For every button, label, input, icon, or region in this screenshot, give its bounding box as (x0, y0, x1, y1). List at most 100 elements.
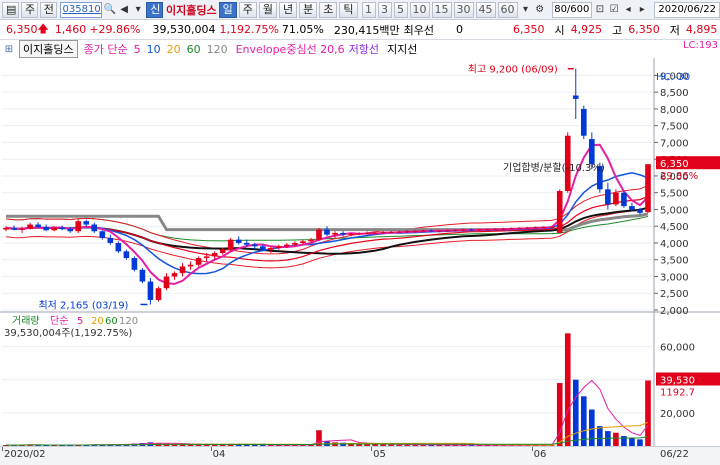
candle-body (476, 229, 483, 231)
indicator-legend: ⊞ 이지홀딩스 종가 단순 5 10 20 60 120 Envelope중심선 20,… (0, 40, 720, 58)
candle-body (171, 273, 178, 277)
legend-hc: HC:-30 (656, 72, 690, 83)
legend-ma-periods: 5 10 20 60 120 (128, 43, 228, 56)
volume-value: 39,530,004 (152, 23, 216, 36)
event-annotation: 기업합병/분할(-10.3%) (503, 161, 605, 174)
prev-button[interactable]: 전 (39, 1, 57, 18)
volume-legend-ma-5: 5 (77, 316, 83, 327)
minute-step-60[interactable]: 60 (497, 1, 518, 18)
fit-icon[interactable]: ⊡ (594, 3, 606, 17)
candle-body (147, 281, 154, 300)
candle-body (420, 230, 427, 232)
open-label: 시 (554, 23, 565, 37)
price-tick-label: 4,500 (660, 222, 689, 233)
period-tab-5[interactable]: 초 (319, 1, 338, 18)
candle-body (3, 227, 9, 230)
period-tab-0[interactable]: 일 (218, 1, 237, 18)
candle-body (412, 230, 419, 232)
settings-icon[interactable]: ⚙ (534, 3, 546, 17)
candle-body (540, 226, 547, 228)
candle-body (605, 189, 611, 205)
candle-body (187, 264, 194, 267)
minute-step-5[interactable]: 5 (393, 1, 408, 18)
toolbar-save-icon[interactable]: ▤ (2, 1, 20, 18)
search-icon[interactable]: 🔍 (104, 3, 116, 17)
legend-stock-name[interactable]: 이지홀딩스 (19, 40, 78, 58)
price-tick-label: 4,000 (660, 239, 689, 250)
volume-bar (637, 439, 643, 446)
candle-body (637, 209, 643, 213)
stock-code-input[interactable]: 035810 (59, 1, 102, 18)
dropdown-icon[interactable]: ▾ (520, 3, 532, 17)
period-tab-1[interactable]: 주 (238, 1, 257, 18)
candle-body (492, 228, 499, 230)
period-tab-6[interactable]: 틱 (339, 1, 358, 18)
high-value: 6,350 (628, 23, 660, 36)
legend-envelope[interactable]: Envelope중심선 20,6 (236, 41, 345, 57)
date-field[interactable]: 2020/06/22 (654, 1, 720, 18)
candle-body (436, 230, 443, 232)
price-tick-label: 7,500 (660, 122, 689, 133)
candle-body (645, 164, 651, 212)
volume-legend-ma-60: 60 (105, 316, 118, 327)
volume-tick-label: 20,000 (660, 409, 695, 420)
legend-ma-60[interactable]: 60 (187, 43, 201, 56)
price-tick-label: 2,500 (660, 289, 689, 300)
x-tick-mark (531, 447, 533, 451)
volume-bar (597, 426, 603, 446)
x-tick-mark (371, 447, 373, 451)
volume-badge: 39,530 (660, 375, 695, 386)
minute-step-15[interactable]: 15 (431, 1, 452, 18)
minute-step-30[interactable]: 30 (453, 1, 474, 18)
candle-body (532, 227, 539, 229)
legend-resist[interactable]: 저항선 (349, 41, 379, 57)
volume-icon[interactable]: ◀ (118, 3, 130, 17)
chart-type-select[interactable]: 주 (21, 1, 38, 18)
arrow-right-icon[interactable]: ▸ (636, 3, 648, 17)
candle-body (99, 231, 106, 238)
legend-ma-label[interactable]: 종가 단순 (84, 41, 128, 57)
sin-button[interactable]: 신 (146, 1, 164, 18)
candle-body (388, 231, 395, 233)
volume-bar (645, 380, 651, 446)
high-label: 고 (612, 23, 623, 37)
grid-icon[interactable]: ⊞ (2, 42, 16, 56)
volume-bar (629, 437, 635, 446)
candle-body (316, 229, 322, 240)
price-tick-label: 7,000 (660, 138, 689, 149)
candle-body (332, 232, 338, 235)
candle-body (508, 228, 515, 230)
candle-body (613, 192, 619, 205)
legend-ma-120[interactable]: 120 (207, 43, 228, 56)
legend-ma-20[interactable]: 20 (167, 43, 181, 56)
period-tab-2[interactable]: 월 (258, 1, 277, 18)
legend-ma-5[interactable]: 5 (134, 43, 141, 56)
candle-body (195, 258, 202, 265)
candle-body (580, 108, 587, 136)
period-tab-3[interactable]: 년 (279, 1, 298, 18)
volume-legend-ma-120: 120 (119, 316, 138, 327)
page-counter[interactable]: 80/600 (551, 1, 592, 18)
minute-step-1[interactable]: 1 (361, 1, 376, 18)
candle-body (83, 221, 90, 225)
candle-body (428, 230, 435, 232)
legend-support[interactable]: 지지선 (387, 41, 417, 57)
legend-ma-10[interactable]: 10 (147, 43, 161, 56)
chevron-down-icon[interactable]: ▾ (132, 3, 144, 17)
minute-step-10[interactable]: 10 (409, 1, 430, 18)
candle-body (211, 253, 218, 257)
price-tick-label: 8,000 (660, 105, 689, 116)
candle-body (268, 248, 274, 250)
price-volume-chart[interactable]: 9,0008,5008,0007,5007,0006,5006,0005,500… (0, 58, 720, 446)
price-pct: 29.86% (660, 171, 698, 182)
volume-legend-ma-label: 단순 (50, 315, 68, 327)
minute-step-3[interactable]: 3 (377, 1, 392, 18)
volume-legend-ma-20: 20 (91, 316, 104, 327)
minute-step-45[interactable]: 45 (475, 1, 496, 18)
period-tab-4[interactable]: 분 (299, 1, 318, 18)
candle-body (548, 226, 555, 228)
volume-pct: 1192.7 (660, 387, 695, 398)
arrow-left-icon[interactable]: ◂ (622, 3, 634, 17)
candle-body (292, 242, 298, 245)
checkbox-icon[interactable]: ☑ (608, 3, 620, 17)
